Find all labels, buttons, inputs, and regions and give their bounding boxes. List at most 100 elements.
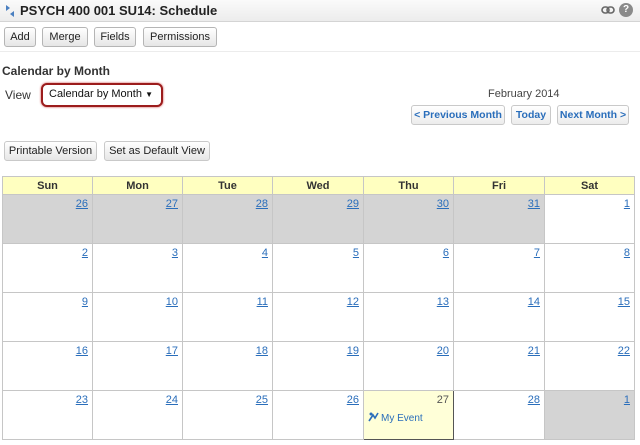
day-number-link[interactable]: 26: [76, 198, 88, 210]
set-default-view-button[interactable]: Set as Default View: [104, 141, 210, 161]
fields-button[interactable]: Fields: [94, 27, 136, 47]
toolbar: Add Merge Fields Permissions: [0, 23, 640, 52]
day-number-link[interactable]: 25: [256, 394, 268, 406]
previous-month-button[interactable]: < Previous Month: [411, 105, 505, 125]
calendar-day-cell[interactable]: 1: [544, 194, 635, 244]
calendar-day-cell[interactable]: 10: [92, 292, 183, 342]
today-button[interactable]: Today: [511, 105, 551, 125]
calendar-day-cell[interactable]: 3: [92, 243, 183, 293]
calendar-day-cell[interactable]: 5: [272, 243, 364, 293]
day-number-link[interactable]: 11: [257, 296, 268, 308]
day-number-link[interactable]: 26: [347, 394, 359, 406]
page-title: PSYCH 400 001 SU14: Schedule: [20, 3, 218, 18]
day-number-link[interactable]: 21: [528, 345, 540, 357]
calendar-week-row: 26 27 28 29 30 31 1: [2, 194, 635, 244]
calendar-day-cell[interactable]: 29: [272, 194, 364, 244]
permissions-button[interactable]: Permissions: [143, 27, 217, 47]
help-icon[interactable]: ?: [619, 3, 633, 17]
calendar-day-cell[interactable]: 15: [544, 292, 635, 342]
weekday-header-wed: Wed: [272, 176, 364, 195]
calendar-day-cell[interactable]: 25: [182, 390, 273, 440]
calendar-day-cell[interactable]: 28: [453, 390, 545, 440]
calendar-day-cell[interactable]: 26: [2, 194, 93, 244]
calendar-event[interactable]: My Event: [368, 412, 423, 424]
day-number-link[interactable]: 18: [256, 345, 268, 357]
merge-button[interactable]: Merge: [42, 27, 88, 47]
calendar-day-cell[interactable]: 1: [544, 390, 635, 440]
day-number-link[interactable]: 16: [76, 345, 88, 357]
day-number-link[interactable]: 15: [618, 296, 630, 308]
calendar-day-cell[interactable]: 24: [92, 390, 183, 440]
calendar-day-cell[interactable]: 27 My Event: [363, 390, 454, 440]
calendar-day-cell[interactable]: 13: [363, 292, 454, 342]
calendar-day-cell[interactable]: 26: [272, 390, 364, 440]
day-number-link[interactable]: 2: [82, 247, 88, 259]
calendar-day-cell[interactable]: 18: [182, 341, 273, 391]
weekday-header-sun: Sun: [2, 176, 93, 195]
section-title: Calendar by Month: [2, 64, 111, 78]
day-number-link[interactable]: 24: [166, 394, 178, 406]
day-number-link[interactable]: 6: [443, 247, 449, 259]
day-number-link[interactable]: 29: [347, 198, 359, 210]
link-icon[interactable]: [601, 5, 615, 15]
calendar-day-cell[interactable]: 27: [92, 194, 183, 244]
weekday-header-fri: Fri: [453, 176, 545, 195]
day-number-link[interactable]: 7: [534, 247, 540, 259]
dropdown-arrow-icon: ▼: [145, 90, 153, 99]
day-number-link[interactable]: 20: [437, 345, 449, 357]
printable-version-button[interactable]: Printable Version: [4, 141, 97, 161]
calendar-day-cell[interactable]: 11: [182, 292, 273, 342]
weekday-header-thu: Thu: [363, 176, 454, 195]
day-number-link[interactable]: 3: [172, 247, 178, 259]
calendar-day-cell[interactable]: 6: [363, 243, 454, 293]
view-select[interactable]: Calendar by Month ▼: [41, 83, 163, 107]
day-number-link[interactable]: 28: [528, 394, 540, 406]
day-number-link[interactable]: 4: [262, 247, 268, 259]
day-number-link[interactable]: 28: [256, 198, 268, 210]
day-number-link[interactable]: 23: [76, 394, 88, 406]
calendar-day-cell[interactable]: 28: [182, 194, 273, 244]
calendar-day-cell[interactable]: 17: [92, 341, 183, 391]
calendar-day-cell[interactable]: 16: [2, 341, 93, 391]
day-number-link[interactable]: 8: [624, 247, 630, 259]
day-number-link[interactable]: 13: [437, 296, 449, 308]
view-label: View: [5, 88, 31, 102]
weekday-header-sat: Sat: [544, 176, 635, 195]
add-button[interactable]: Add: [4, 27, 36, 47]
next-month-button[interactable]: Next Month >: [557, 105, 629, 125]
calendar-day-cell[interactable]: 23: [2, 390, 93, 440]
day-number-link[interactable]: 5: [353, 247, 359, 259]
calendar-day-cell[interactable]: 19: [272, 341, 364, 391]
day-number-link[interactable]: 27: [166, 198, 178, 210]
day-number-link[interactable]: 1: [624, 198, 630, 210]
day-number-link[interactable]: 10: [166, 296, 178, 308]
calendar-day-cell[interactable]: 9: [2, 292, 93, 342]
calendar-day-cell[interactable]: 22: [544, 341, 635, 391]
day-number-link[interactable]: 17: [166, 345, 178, 357]
day-number-link[interactable]: 27: [437, 394, 449, 406]
title-bar: PSYCH 400 001 SU14: Schedule ?: [0, 0, 640, 22]
weekday-header-tue: Tue: [182, 176, 273, 195]
day-number-link[interactable]: 1: [624, 394, 630, 406]
day-number-link[interactable]: 30: [437, 198, 449, 210]
calendar-week-row: 16 17 18 19 20 21 22: [2, 341, 635, 391]
month-label: February 2014: [488, 88, 560, 100]
calendar-day-cell[interactable]: 20: [363, 341, 454, 391]
calendar-day-cell[interactable]: 7: [453, 243, 545, 293]
day-number-link[interactable]: 19: [347, 345, 359, 357]
day-number-link[interactable]: 9: [82, 296, 88, 308]
calendar-day-cell[interactable]: 12: [272, 292, 364, 342]
calendar-day-cell[interactable]: 8: [544, 243, 635, 293]
day-number-link[interactable]: 14: [528, 296, 540, 308]
calendar-day-cell[interactable]: 31: [453, 194, 545, 244]
calendar-day-cell[interactable]: 14: [453, 292, 545, 342]
calendar-day-cell[interactable]: 4: [182, 243, 273, 293]
calendar-day-cell[interactable]: 30: [363, 194, 454, 244]
event-label[interactable]: My Event: [381, 413, 423, 424]
swap-arrows-icon[interactable]: [4, 4, 16, 18]
day-number-link[interactable]: 31: [528, 198, 540, 210]
calendar-day-cell[interactable]: 2: [2, 243, 93, 293]
day-number-link[interactable]: 12: [347, 296, 359, 308]
calendar-day-cell[interactable]: 21: [453, 341, 545, 391]
day-number-link[interactable]: 22: [618, 345, 630, 357]
